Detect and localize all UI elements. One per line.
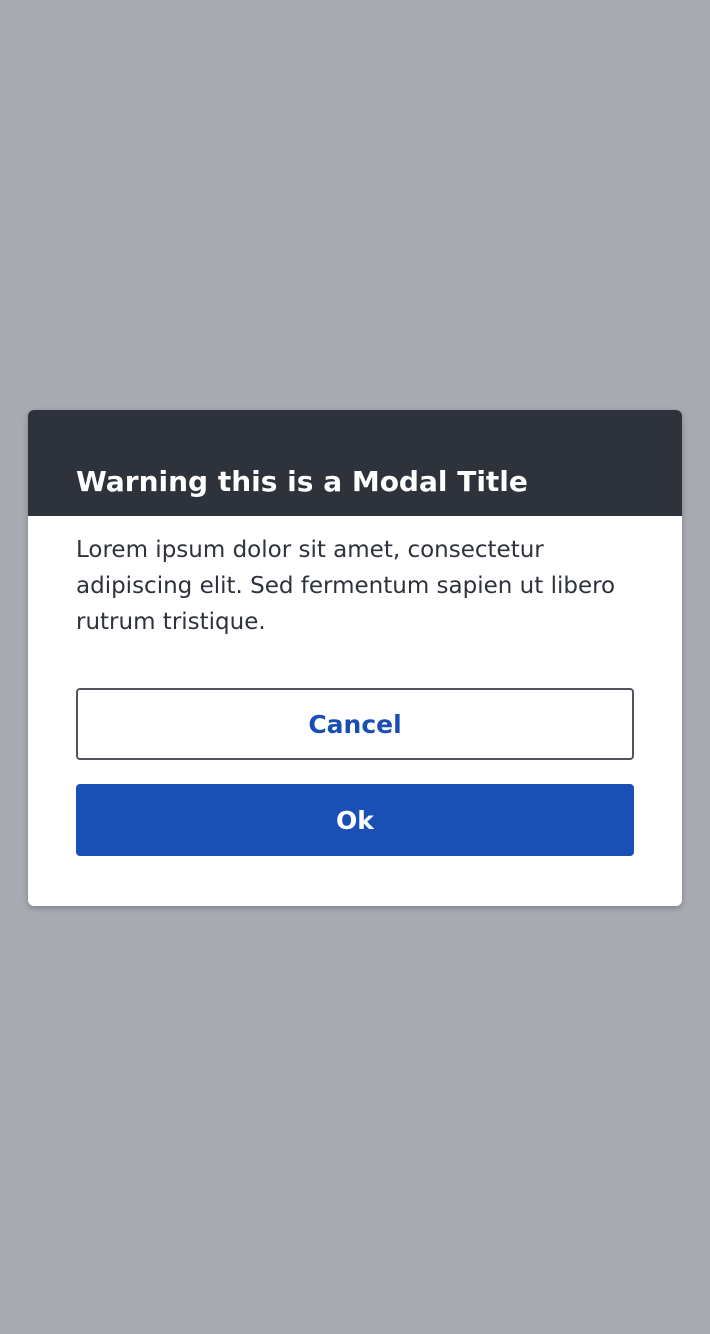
cancel-button[interactable]: Cancel bbox=[76, 688, 634, 760]
ok-button[interactable]: Ok bbox=[76, 784, 634, 856]
modal-dialog: Warning this is a Modal Title Lorem ipsu… bbox=[28, 410, 682, 906]
modal-title: Warning this is a Modal Title bbox=[76, 465, 528, 498]
modal-header: Warning this is a Modal Title bbox=[28, 410, 682, 516]
modal-body-text: Lorem ipsum dolor sit amet, consectetur … bbox=[76, 537, 616, 635]
